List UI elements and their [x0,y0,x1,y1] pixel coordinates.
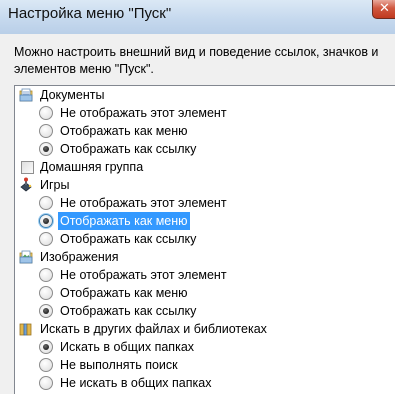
start-menu-items-list[interactable]: Документы Не отображать этот элемент Ото… [14,85,395,394]
option-row[interactable]: Отображать как меню [15,212,395,230]
games-option-label[interactable]: Отображать как ссылку [60,230,196,248]
search-radio-2[interactable] [39,376,53,390]
category-search: Искать в других файлах и библиотеках [15,320,395,338]
games-radio-1[interactable] [39,214,53,228]
option-row[interactable]: Не искать в общих папках [15,374,395,392]
documents-radio-1[interactable] [39,124,53,138]
category-games: Игры [15,176,395,194]
documents-radio-2[interactable] [39,142,53,156]
documents-radio-0[interactable] [39,106,53,120]
search-option-label[interactable]: Не искать в общих папках [60,374,211,392]
search-folder-icon [19,323,32,336]
option-row[interactable]: Отображать как меню [15,122,395,140]
search-label: Искать в других файлах и библиотеках [40,322,267,336]
title-bar: Настройка меню "Пуск" ✕ [0,0,395,34]
option-row[interactable]: Не выполнять поиск [15,356,395,374]
pictures-radio-0[interactable] [39,268,53,282]
description-text: Можно настроить внешний вид и поведение … [14,45,379,76]
homegroup-checkbox[interactable] [21,161,34,174]
games-label: Игры [40,178,70,192]
option-row[interactable]: Не отображать этот элемент [15,266,395,284]
option-row[interactable]: Не отображать этот элемент [15,194,395,212]
pictures-option-label[interactable]: Отображать как ссылку [60,302,196,320]
window-title: Настройка меню "Пуск" [8,5,172,22]
search-option-label[interactable]: Не выполнять поиск [60,356,178,374]
category-documents: Документы [15,86,395,104]
games-option-label[interactable]: Не отображать этот элемент [60,194,227,212]
games-radio-0[interactable] [39,196,53,210]
pictures-label: Изображения [40,250,119,264]
games-option-label-selected[interactable]: Отображать как меню [58,212,190,230]
option-row[interactable]: Не отображать этот элемент [15,104,395,122]
category-pictures: Изображения [15,248,395,266]
search-radio-0[interactable] [39,340,53,354]
pictures-radio-1[interactable] [39,286,53,300]
category-homegroup[interactable]: Домашняя группа [15,158,395,176]
option-row[interactable]: Отображать как ссылку [15,230,395,248]
documents-option-label[interactable]: Отображать как ссылку [60,140,196,158]
option-row[interactable]: Отображать как ссылку [15,140,395,158]
option-row[interactable]: Отображать как ссылку [15,302,395,320]
pictures-option-label[interactable]: Не отображать этот элемент [60,266,227,284]
pictures-folder-icon [19,250,33,264]
dialog-body: Можно настроить внешний вид и поведение … [0,34,395,394]
search-option-label[interactable]: Искать в общих папках [60,338,194,356]
pictures-radio-2[interactable] [39,304,53,318]
option-row[interactable]: Отображать как меню [15,284,395,302]
option-row[interactable]: Искать в общих папках [15,338,395,356]
pictures-option-label[interactable]: Отображать как меню [60,284,188,302]
homegroup-label[interactable]: Домашняя группа [40,158,143,176]
documents-option-label[interactable]: Отображать как меню [60,122,188,140]
search-radio-1[interactable] [39,358,53,372]
documents-option-label[interactable]: Не отображать этот элемент [60,104,227,122]
close-icon: ✕ [379,1,390,16]
documents-folder-icon [19,88,33,102]
documents-label: Документы [40,88,105,102]
games-joystick-icon [20,177,32,192]
games-radio-2[interactable] [39,232,53,246]
close-button[interactable]: ✕ [372,0,395,19]
